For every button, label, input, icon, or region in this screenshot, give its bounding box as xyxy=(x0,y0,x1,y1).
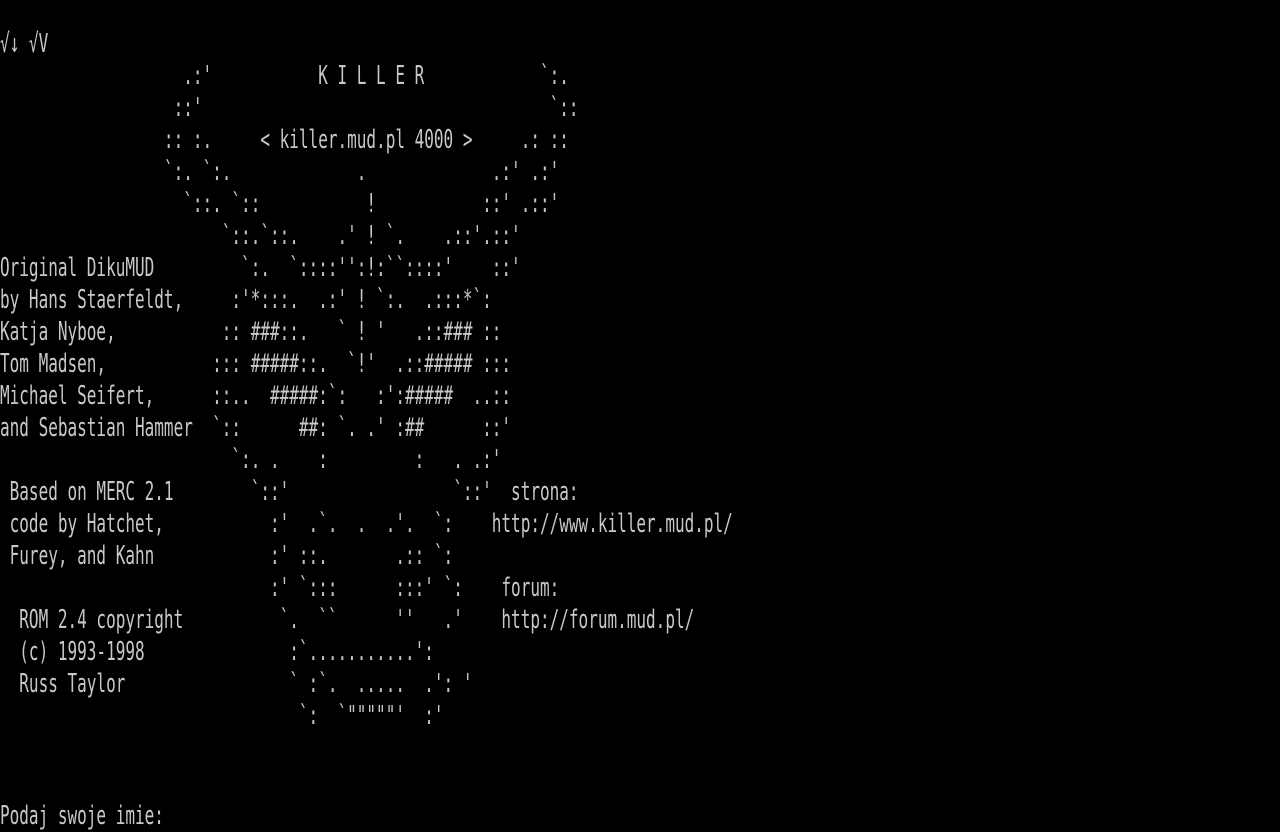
login-prompt-line[interactable]: Podaj swoje imie: xyxy=(0,800,174,832)
ascii-art-line: `: `"""""' :' xyxy=(0,701,444,731)
ascii-art-line: Original DikuMUD `:. `::::'':!:``::::' :… xyxy=(0,253,521,283)
ascii-art-line: Tom Madsen, ::: #####::. `!' .::##### ::… xyxy=(0,349,512,379)
ascii-art-line: :: :. < killer.mud.pl 4000 > .: :: xyxy=(0,125,569,155)
text-cursor[interactable] xyxy=(164,802,174,830)
ascii-art-line: Based on MERC 2.1 `::' `::' strona: xyxy=(0,477,579,507)
ascii-art-line: ROM 2.4 copyright `. `` '' .' http://for… xyxy=(0,605,695,635)
ascii-art-line: (c) 1993-1998 :`...........': xyxy=(0,637,434,667)
ascii-art-line: Furey, and Kahn :' ::. .:: `: xyxy=(0,541,454,571)
ascii-art-line: by Hans Staerfeldt, :'*:::. .:' ! `:. .:… xyxy=(0,285,492,315)
ascii-art-line: .:' K I L L E R `:. xyxy=(0,61,569,91)
ascii-art-line: :' `::: :::' `: forum: xyxy=(0,573,560,603)
login-prompt-label: Podaj swoje imie: xyxy=(0,801,164,831)
ascii-art-line: `:. `:. . .:' .:' xyxy=(0,157,560,187)
ascii-art-line: code by Hatchet, :' .`. . .'. `: http://… xyxy=(0,509,733,539)
ascii-art-line: `::. `:: ! ::' .::' xyxy=(0,189,560,219)
ascii-art-line: Russ Taylor ` :`. ..... .': ' xyxy=(0,669,473,699)
ascii-art-line: Michael Seifert, ::.. #####:`: :':##### … xyxy=(0,381,512,411)
terminal-screen[interactable]: √↓ √V .:' K I L L E R `:. ::' `:: :: :. … xyxy=(0,0,1280,832)
ascii-art-line: `::.`::. .' ! `. .::'.::' xyxy=(0,221,521,251)
status-glyphs: √↓ √V xyxy=(0,29,49,59)
ascii-art-line: ::' `:: xyxy=(0,93,579,123)
ascii-art-line: `:. . : : . .:' xyxy=(0,445,502,475)
ascii-art-line: Katja Nyboe, :: ###::. ` ! ' .::### :: xyxy=(0,317,502,347)
ascii-art-line: and Sebastian Hammer `:: ##: `. .' :## :… xyxy=(0,413,512,443)
